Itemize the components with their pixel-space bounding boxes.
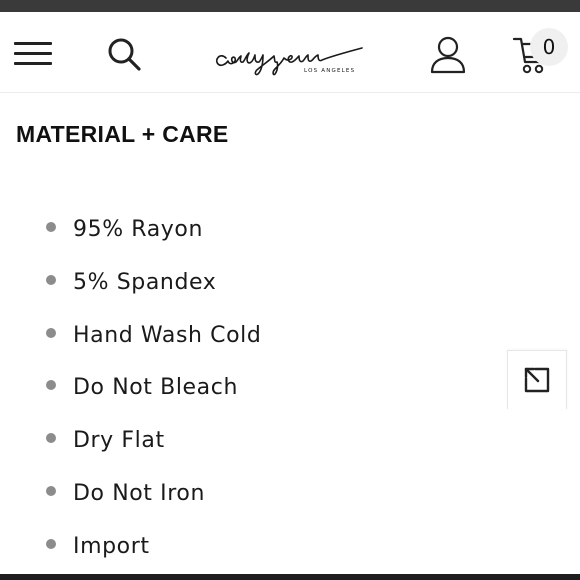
care-item-label: 95% Rayon <box>73 217 203 242</box>
bottom-bar <box>0 574 580 580</box>
list-item: 95% Rayon <box>0 204 261 257</box>
search-icon[interactable] <box>106 36 142 72</box>
bullet-icon <box>46 538 56 549</box>
brand-subtitle: LOS ANGELES <box>304 68 355 74</box>
list-item: Import <box>0 521 261 574</box>
bullet-icon <box>46 380 56 391</box>
hamburger-menu-icon[interactable] <box>14 39 54 67</box>
list-item: Do Not Iron <box>0 468 261 521</box>
expand-arrow-icon <box>524 367 550 393</box>
list-item: Hand Wash Cold <box>0 310 261 363</box>
list-item: Dry Flat <box>0 415 261 468</box>
section-title: MATERIAL + CARE <box>16 121 229 147</box>
bullet-icon <box>46 222 56 232</box>
product-care-page: LOS ANGELES 0 MATERIAL + CARE 95% Rayon <box>0 0 580 580</box>
care-list: 95% Rayon 5% Spandex Hand Wash Cold Do N… <box>0 204 261 574</box>
top-bar <box>0 0 580 12</box>
brand-logo[interactable]: LOS ANGELES <box>212 34 368 80</box>
site-header: LOS ANGELES 0 <box>0 12 580 93</box>
bullet-icon <box>46 274 56 285</box>
care-item-label: 5% Spandex <box>73 269 217 295</box>
cart-count-badge[interactable]: 0 <box>530 28 568 66</box>
bullet-icon <box>46 433 56 444</box>
list-item: 5% Spandex <box>0 257 261 310</box>
care-item-label: Do Not Bleach <box>73 375 238 401</box>
care-item-label: Dry Flat <box>73 428 165 454</box>
expand-button[interactable] <box>507 350 567 409</box>
bullet-icon <box>46 327 56 338</box>
bullet-icon <box>46 485 56 496</box>
list-item: Do Not Bleach <box>0 362 261 415</box>
care-item-label: Do Not Iron <box>73 480 205 506</box>
care-item-label: Hand Wash Cold <box>73 322 262 348</box>
care-item-label: Import <box>73 533 150 559</box>
user-icon[interactable] <box>428 36 468 74</box>
